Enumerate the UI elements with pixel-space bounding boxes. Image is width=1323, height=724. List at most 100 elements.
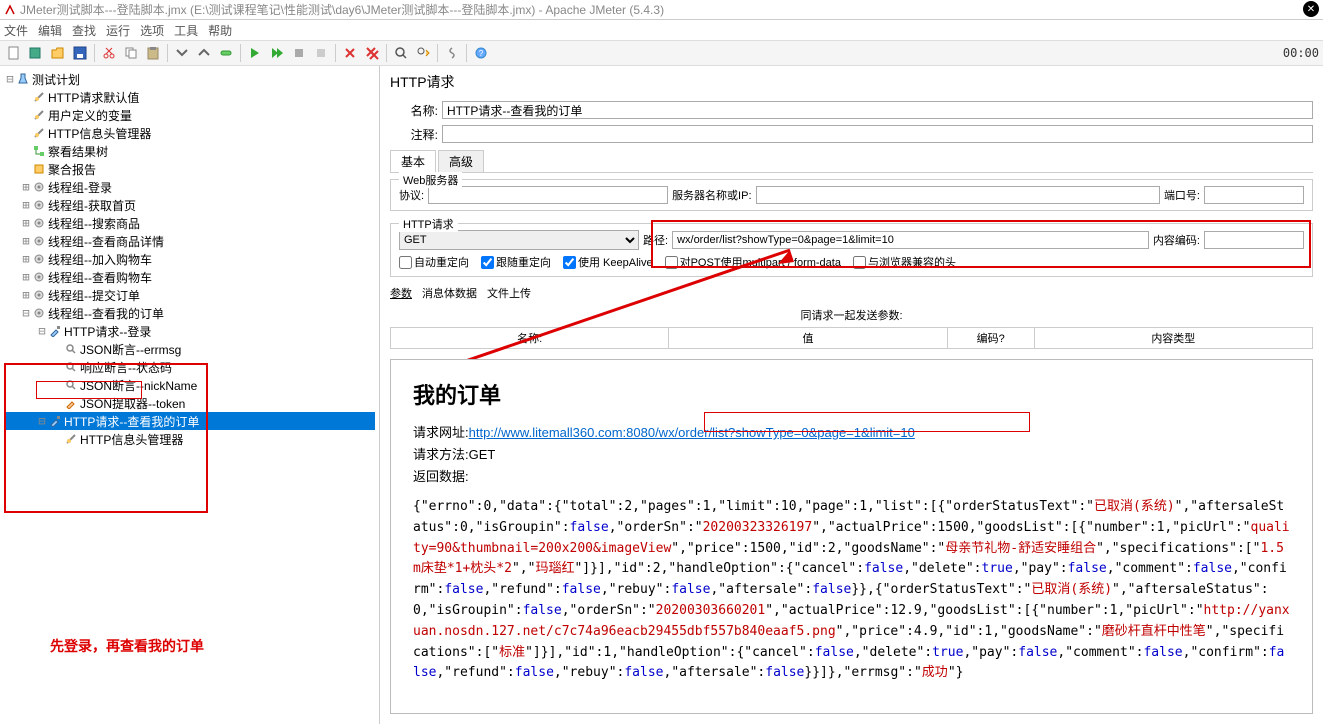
name-label: 名称: [390, 102, 438, 119]
tree-node[interactable]: JSON断言--nickName [4, 376, 375, 394]
tree-node[interactable]: 聚合报告 [4, 160, 375, 178]
encoding-input[interactable] [1204, 231, 1304, 249]
tree-node[interactable]: ⊞线程组--提交订单 [4, 286, 375, 304]
menu-help[interactable]: 帮助 [208, 22, 232, 39]
help-icon[interactable]: ? [471, 43, 491, 63]
col-type: 内容类型 [1035, 328, 1312, 348]
tree-node[interactable]: 响应断言--状态码 [4, 358, 375, 376]
tree-node[interactable]: JSON断言--errmsg [4, 340, 375, 358]
svg-text:?: ? [479, 49, 484, 58]
webserver-legend: Web服务器 [399, 172, 462, 188]
tree-node[interactable]: 用户定义的变量 [4, 106, 375, 124]
cb-keepalive[interactable]: 使用 KeepAlive [563, 254, 653, 270]
comment-input[interactable] [442, 125, 1313, 143]
menu-file[interactable]: 文件 [4, 22, 28, 39]
menu-search[interactable]: 查找 [72, 22, 96, 39]
collapse-icon[interactable] [194, 43, 214, 63]
tree-node[interactable]: HTTP信息头管理器 [4, 124, 375, 142]
url-label: 请求网址: [413, 425, 469, 440]
clear-all-icon[interactable] [362, 43, 382, 63]
clear-icon[interactable] [340, 43, 360, 63]
menubar: 文件 编辑 查找 运行 选项 工具 帮助 [0, 20, 1323, 40]
config-panel: HTTP请求 名称: 注释: 基本 高级 Web服务器 协议: 服务器名称或IP… [380, 66, 1323, 724]
menu-tools[interactable]: 工具 [174, 22, 198, 39]
subtab-files[interactable]: 文件上传 [487, 285, 531, 301]
templates-icon[interactable] [26, 43, 46, 63]
method-label: 请求方法: [413, 447, 469, 462]
tree-node[interactable]: 察看结果树 [4, 142, 375, 160]
encoding-label: 内容编码: [1153, 232, 1200, 248]
tree-node[interactable]: ⊞线程组--搜索商品 [4, 214, 375, 232]
path-label: 路径: [643, 232, 668, 248]
tree-node[interactable]: ⊞线程组--查看商品详情 [4, 232, 375, 250]
col-encode: 编码? [948, 328, 1035, 348]
tree-panel: ⊟测试计划HTTP请求默认值用户定义的变量HTTP信息头管理器察看结果树聚合报告… [0, 66, 380, 724]
new-icon[interactable] [4, 43, 24, 63]
tree-node[interactable]: ⊞线程组--查看购物车 [4, 268, 375, 286]
json-response: {"errno":0,"data":{"total":2,"pages":1,"… [413, 497, 1290, 684]
col-name: 名称: [391, 328, 669, 348]
name-input[interactable] [442, 101, 1313, 119]
server-label: 服务器名称或IP: [672, 187, 751, 203]
tree-node[interactable]: ⊞线程组--加入购物车 [4, 250, 375, 268]
method-value: GET [469, 447, 496, 462]
toolbar: ? 00:00 [0, 40, 1323, 66]
reset-search-icon[interactable] [413, 43, 433, 63]
server-input[interactable] [756, 186, 1160, 204]
tree-node[interactable]: ⊟HTTP请求--查看我的订单 [4, 412, 375, 430]
expand-icon[interactable] [172, 43, 192, 63]
protocol-input[interactable] [428, 186, 668, 204]
tree-node[interactable]: ⊟线程组--查看我的订单 [4, 304, 375, 322]
search-icon[interactable] [391, 43, 411, 63]
protocol-label: 协议: [399, 187, 424, 203]
col-value: 值 [669, 328, 947, 348]
params-table: 名称: 值 编码? 内容类型 [390, 327, 1313, 349]
params-header: 同请求一起发送参数: [380, 303, 1323, 327]
subtab-body[interactable]: 消息体数据 [422, 285, 477, 301]
titlebar: JMeter测试脚本---登陆脚本.jmx (E:\测试课程笔记\性能测试\da… [0, 0, 1323, 20]
menu-run[interactable]: 运行 [106, 22, 130, 39]
stop-icon[interactable] [289, 43, 309, 63]
tab-basic[interactable]: 基本 [390, 150, 436, 172]
shutdown-icon[interactable] [311, 43, 331, 63]
tree-node[interactable]: ⊟测试计划 [4, 70, 375, 88]
path-input[interactable] [672, 231, 1149, 249]
menu-edit[interactable]: 编辑 [38, 22, 62, 39]
data-label: 返回数据: [413, 466, 1290, 485]
tree-node[interactable]: JSON提取器--token [4, 394, 375, 412]
cb-browser-compat[interactable]: 与浏览器兼容的头 [853, 254, 956, 270]
window-title: JMeter测试脚本---登陆脚本.jmx (E:\测试课程笔记\性能测试\da… [20, 1, 664, 18]
cb-auto-redirect[interactable]: 自动重定向 [399, 254, 469, 270]
time-display: 00:00 [1283, 46, 1319, 60]
open-icon[interactable] [48, 43, 68, 63]
port-label: 端口号: [1164, 187, 1200, 203]
save-icon[interactable] [70, 43, 90, 63]
start-no-pause-icon[interactable] [267, 43, 287, 63]
tree-node[interactable]: ⊞线程组-获取首页 [4, 196, 375, 214]
url-link[interactable]: http://www.litemall360.com:8080/wx/order… [469, 425, 915, 440]
tab-advanced[interactable]: 高级 [438, 150, 484, 172]
close-button[interactable]: ✕ [1303, 1, 1319, 17]
cb-multipart[interactable]: 对POST使用multipart / form-data [665, 254, 841, 270]
content-area: 我的订单 请求网址:http://www.litemall360.com:808… [390, 359, 1313, 714]
tree-node[interactable]: HTTP信息头管理器 [4, 430, 375, 448]
paste-icon[interactable] [143, 43, 163, 63]
function-icon[interactable] [442, 43, 462, 63]
panel-title: HTTP请求 [380, 66, 1323, 98]
tree-node[interactable]: HTTP请求默认值 [4, 88, 375, 106]
method-select[interactable]: GET [399, 230, 639, 250]
port-input[interactable] [1204, 186, 1304, 204]
annotation-note: 先登录，再查看我的订单 [50, 636, 204, 656]
tree-node[interactable]: ⊞线程组-登录 [4, 178, 375, 196]
copy-icon[interactable] [121, 43, 141, 63]
httprequest-legend: HTTP请求 [399, 216, 458, 232]
comment-label: 注释: [390, 126, 438, 143]
cb-follow-redirect[interactable]: 跟随重定向 [481, 254, 551, 270]
toggle-icon[interactable] [216, 43, 236, 63]
tree-node[interactable]: ⊟HTTP请求--登录 [4, 322, 375, 340]
start-icon[interactable] [245, 43, 265, 63]
subtab-params[interactable]: 参数 [390, 285, 412, 301]
content-heading: 我的订单 [413, 378, 1290, 410]
cut-icon[interactable] [99, 43, 119, 63]
menu-options[interactable]: 选项 [140, 22, 164, 39]
